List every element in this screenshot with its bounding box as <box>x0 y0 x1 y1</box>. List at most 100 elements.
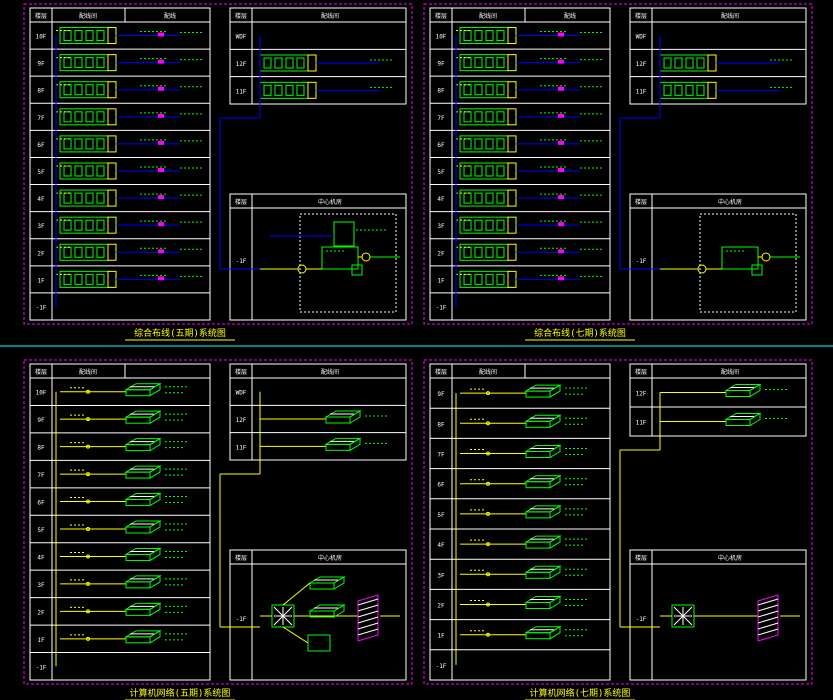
switch-icon <box>308 576 346 590</box>
floor-header: 楼层 <box>35 12 47 20</box>
patch-port <box>96 273 105 285</box>
patch-panel <box>459 162 517 180</box>
patch-panel-frame <box>59 54 109 72</box>
patch-port <box>496 165 505 177</box>
patch-port <box>463 57 472 69</box>
patch-port <box>74 30 83 42</box>
floor-label: 8F <box>437 421 445 428</box>
center-floor-header: 楼层 <box>235 198 247 206</box>
patch-port <box>663 84 672 96</box>
switch-front <box>525 390 551 398</box>
patch-port <box>263 84 272 96</box>
diagram-caption: 综合布线(七期)系统图 <box>534 327 626 339</box>
patch-panel-tail <box>507 243 517 261</box>
switch-front <box>125 526 151 534</box>
odf-node <box>761 252 771 262</box>
patch-port <box>285 84 294 96</box>
switch-front <box>325 443 351 451</box>
patch-panel-tail <box>107 108 117 126</box>
patch-panel-tail <box>507 135 517 153</box>
switch-side <box>149 629 161 644</box>
patch-panel <box>259 54 317 72</box>
patch-panel-frame <box>459 135 509 153</box>
floor-label: 8F <box>37 445 45 452</box>
switch-front <box>309 582 335 590</box>
floor-label: 4F <box>437 542 445 549</box>
switch-icon <box>524 625 562 640</box>
patch-port <box>96 30 105 42</box>
patch-port <box>485 138 494 150</box>
patch-panel-tail <box>107 27 117 45</box>
switch-side <box>149 492 161 507</box>
patch-port <box>485 57 494 69</box>
patch-panel <box>459 54 517 72</box>
patch-panel-frame <box>459 243 509 261</box>
patch-panel-frame <box>259 54 309 72</box>
patch-port <box>85 192 94 204</box>
cable-tag <box>158 249 164 254</box>
ground-symbol <box>351 264 363 276</box>
center-floor-label: -1F <box>636 258 647 265</box>
patch-panel-tail <box>507 54 517 72</box>
cable-tag <box>558 113 564 118</box>
switch-front <box>525 420 551 428</box>
odf-node <box>697 264 707 274</box>
cable-tag <box>558 32 564 37</box>
patch-panel <box>459 108 517 126</box>
patch-port <box>485 111 494 123</box>
riser-floor-label: 12F <box>236 417 247 424</box>
patch-port <box>85 138 94 150</box>
riser-room-header: 配线间 <box>321 12 339 20</box>
patch-port <box>474 273 483 285</box>
patch-panel-tail <box>507 108 517 126</box>
patch-port <box>63 111 72 123</box>
switch-icon <box>524 505 562 519</box>
patch-port <box>663 57 672 69</box>
firewall-brick <box>757 628 779 636</box>
patch-port <box>85 219 94 231</box>
cable-tag <box>558 249 564 254</box>
switch-side <box>549 505 561 519</box>
patch-port <box>85 111 94 123</box>
patch-panel-frame <box>459 54 509 72</box>
switch-front <box>525 632 551 640</box>
patch-panel-frame <box>59 27 109 45</box>
cable-tag <box>158 113 164 118</box>
switch-side <box>549 565 561 580</box>
patch-panel-tail <box>107 189 117 207</box>
riser-floor-label: 12F <box>636 61 647 68</box>
patch-panel-tail <box>107 135 117 153</box>
patch-panel-tail <box>307 54 317 72</box>
riser-floor-label: 11F <box>236 88 247 95</box>
core-switch-arrows <box>273 606 293 626</box>
patch-port <box>474 165 483 177</box>
patch-port <box>85 165 94 177</box>
patch-port <box>463 138 472 150</box>
patch-panel-frame <box>59 135 109 153</box>
patch-panel <box>459 243 517 261</box>
floor-label: 5F <box>437 512 445 519</box>
floor-label: 8F <box>437 88 445 95</box>
floor-label: 4F <box>37 554 45 561</box>
riser-floor-label: WDF <box>636 34 647 41</box>
patch-port <box>685 57 694 69</box>
room-header: 配线间 <box>479 368 497 376</box>
diagram-caption: 计算机网络(五期)系统图 <box>130 687 231 699</box>
firewall-brick <box>357 610 379 618</box>
wiring-header: 配线 <box>164 12 176 20</box>
switch-front <box>125 416 151 424</box>
floor-label: 2F <box>37 250 45 257</box>
patch-panel <box>59 162 117 180</box>
floor-label: 5F <box>37 527 45 534</box>
floor-label: 4F <box>437 196 445 203</box>
cable-tag <box>558 140 564 145</box>
cable-tag <box>158 59 164 64</box>
patch-port <box>474 30 483 42</box>
switch-front <box>725 390 751 397</box>
switch-icon <box>124 492 162 507</box>
patch-port <box>74 246 83 258</box>
system-diagram-sheet: 楼层 配线间 配线 10F 9F 8F 7F 6F 5F 4F 3F 2F 1F -1F 楼层 配线间 WDF 1… <box>23 3 413 341</box>
switch-side <box>149 547 161 562</box>
patch-port <box>96 111 105 123</box>
switch-side <box>149 602 161 617</box>
